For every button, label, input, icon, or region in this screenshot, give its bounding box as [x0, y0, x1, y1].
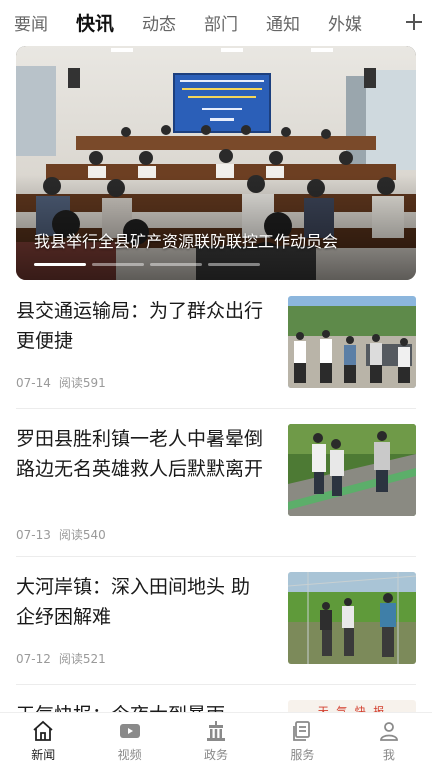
divider	[16, 408, 416, 409]
news-reads: 阅读591	[58, 376, 106, 390]
news-meta: 07-12 阅读521	[16, 650, 106, 667]
news-title: 县交通运输局：为了群众出行更便捷	[16, 300, 264, 352]
divider	[16, 556, 416, 557]
user-icon	[379, 721, 398, 741]
tab-fade	[366, 0, 396, 44]
tab-bumen[interactable]: 部门	[204, 10, 238, 35]
news-list-item[interactable]: 县交通运输局：为了群众出行更便捷 07-14 阅读591	[16, 296, 416, 392]
tab-yaowen[interactable]: 要闻	[14, 10, 48, 35]
tab-kuaixun[interactable]: 快讯	[76, 9, 114, 36]
news-reads: 阅读540	[58, 528, 106, 542]
news-thumbnail	[288, 572, 416, 664]
nav-label: 政务	[204, 747, 229, 762]
nav-label: 视频	[117, 747, 142, 762]
nav-label: 服务	[290, 747, 315, 762]
carousel-dot[interactable]	[150, 263, 202, 266]
carousel-dot[interactable]	[208, 263, 260, 266]
nav-government[interactable]: 政务	[173, 713, 259, 768]
news-reads: 阅读521	[58, 652, 106, 666]
news-thumbnail	[288, 424, 416, 516]
plus-icon	[406, 14, 422, 30]
carousel-indicator	[34, 263, 260, 266]
news-title: 罗田县胜利镇一老人中暑晕倒路边无名英雄救人后默默离开	[16, 428, 264, 480]
news-date: 07-14	[16, 376, 51, 390]
government-building-icon	[207, 720, 226, 741]
carousel-dot[interactable]	[34, 263, 86, 266]
news-list-item[interactable]: 大河岸镇：深入田间地头 助企纾困解难 07-12 阅读521	[16, 572, 416, 668]
carousel-dot[interactable]	[92, 263, 144, 266]
tab-tongzhi[interactable]: 通知	[266, 10, 300, 35]
nav-video[interactable]: 视频	[86, 713, 172, 768]
nav-me[interactable]: 我	[346, 713, 432, 768]
news-list-item[interactable]: 罗田县胜利镇一老人中暑晕倒路边无名英雄救人后默默离开 07-13 阅读540	[16, 424, 416, 544]
home-icon	[33, 720, 53, 741]
news-meta: 07-14 阅读591	[16, 374, 106, 391]
nav-label: 新闻	[31, 747, 56, 762]
add-tab-button[interactable]	[396, 0, 432, 44]
nav-news[interactable]: 新闻	[0, 713, 86, 768]
news-date: 07-12	[16, 652, 51, 666]
nav-label: 我	[382, 747, 395, 762]
news-meta: 07-13 阅读540	[16, 526, 106, 543]
tab-waimei[interactable]: 外媒	[328, 10, 362, 35]
news-title: 大河岸镇：深入田间地头 助企纾困解难	[16, 576, 251, 628]
service-icon	[293, 720, 311, 741]
bottom-navigation: 新闻 视频 政务 服务 我	[0, 712, 432, 768]
banner-caption: 我县举行全县矿产资源联防联控工作动员会	[34, 232, 339, 251]
news-thumbnail	[288, 296, 416, 388]
divider	[16, 684, 416, 685]
nav-service[interactable]: 服务	[259, 713, 345, 768]
featured-banner[interactable]: 我县举行全县矿产资源联防联控工作动员会	[16, 46, 416, 280]
video-icon	[119, 723, 140, 738]
tab-dongtai[interactable]: 动态	[142, 10, 176, 35]
news-date: 07-13	[16, 528, 51, 542]
